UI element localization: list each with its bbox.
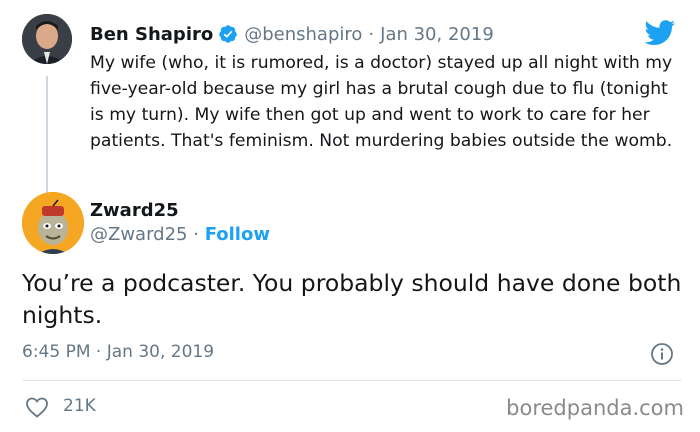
reply-handle-row: @Zward25 · Follow: [90, 224, 270, 245]
parent-author-name[interactable]: Ben Shapiro: [90, 24, 213, 45]
avatar-zward25[interactable]: [22, 192, 84, 254]
parent-tweet-date[interactable]: Jan 30, 2019: [380, 24, 494, 45]
reply-author-handle[interactable]: @Zward25: [90, 224, 188, 245]
header-separator: ·: [368, 23, 375, 45]
divider: [22, 380, 682, 381]
verified-badge-icon: [218, 24, 238, 44]
reply-tweet-text: You’re a podcaster. You probably should …: [22, 269, 682, 329]
reply-handle-separator: ·: [193, 224, 199, 245]
boredpanda-watermark: boredpanda.com: [506, 396, 684, 420]
follow-button[interactable]: Follow: [205, 224, 270, 245]
parent-tweet-header: Ben Shapiro @benshapiro · Jan 30, 2019: [90, 20, 494, 48]
info-icon[interactable]: [650, 342, 674, 366]
twitter-bird-icon[interactable]: [644, 20, 676, 46]
like-count[interactable]: 21K: [63, 396, 96, 416]
reply-author-name[interactable]: Zward25: [90, 200, 179, 221]
thread-connector-line: [46, 76, 48, 194]
parent-tweet-text: My wife (who, it is rumored, is a doctor…: [90, 53, 673, 151]
avatar-ben-shapiro[interactable]: [22, 14, 72, 64]
heart-icon[interactable]: [25, 396, 49, 418]
reply-timestamp[interactable]: 6:45 PM · Jan 30, 2019: [22, 342, 214, 362]
parent-author-handle[interactable]: @benshapiro: [244, 24, 362, 45]
